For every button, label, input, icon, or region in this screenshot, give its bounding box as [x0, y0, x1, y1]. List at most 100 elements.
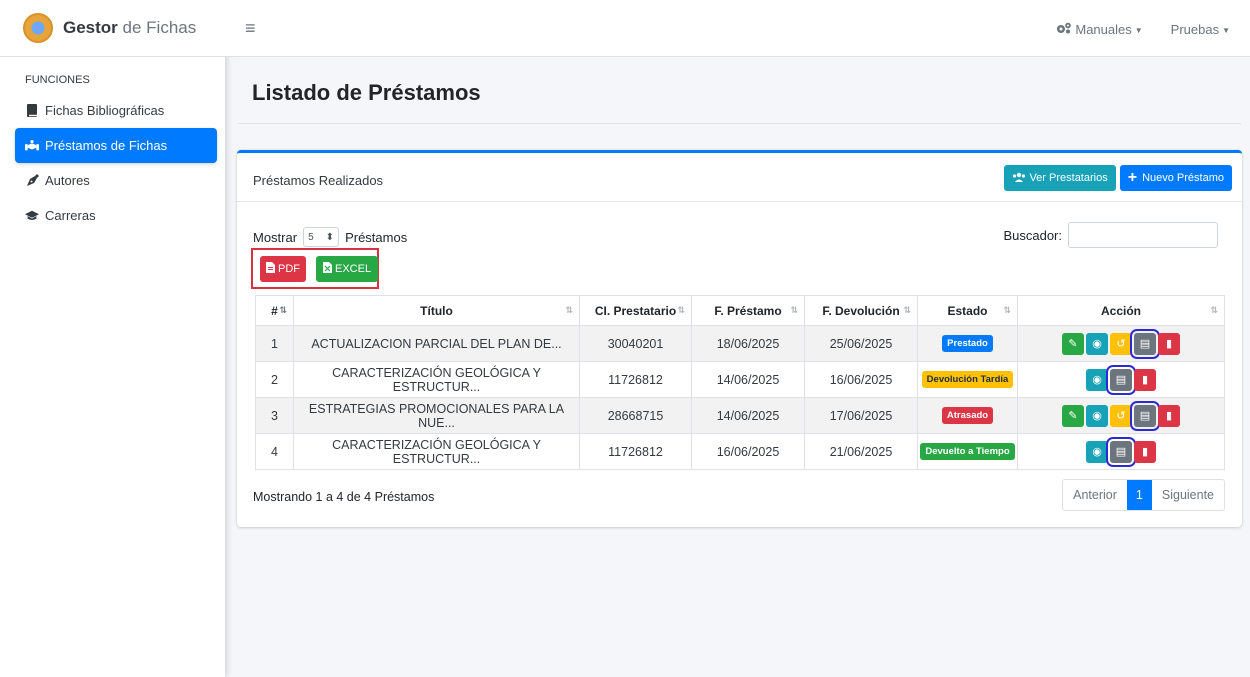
sidebar-item-autores[interactable]: Autores	[15, 163, 217, 198]
manuals-dropdown[interactable]: Manuales ▼	[1056, 22, 1143, 37]
cell-number: 3	[255, 397, 294, 434]
page-1-button[interactable]: 1	[1126, 480, 1152, 510]
edit-button[interactable]: ✎	[1062, 332, 1084, 355]
delete-button[interactable]: ▮	[1158, 332, 1180, 355]
table-row: 2 CARACTERIZACIÓN GEOLÓGICA Y ESTRUCTUR.…	[255, 361, 1225, 398]
return-button[interactable]: ↺	[1110, 332, 1132, 355]
pencil-icon: ✎	[1068, 338, 1078, 350]
file-excel-icon	[323, 261, 332, 276]
document-button[interactable]: ▤	[1106, 436, 1136, 467]
search-input[interactable]	[1068, 222, 1218, 248]
delete-button[interactable]: ▮	[1158, 404, 1180, 427]
brand-link[interactable]: Gestor de Fichas	[0, 0, 225, 57]
cell-actions: ✎ ◉ ↺ ▤ ▮	[1017, 325, 1225, 362]
sidebar-item-carreras[interactable]: Carreras	[15, 198, 217, 233]
cell-actions: ✎ ◉ ↺ ▤ ▮	[1017, 397, 1225, 434]
delete-button[interactable]: ▮	[1134, 368, 1156, 391]
card-title: Préstamos Realizados	[253, 173, 384, 188]
document-button[interactable]: ▤	[1130, 328, 1160, 359]
user-label: Pruebas	[1170, 22, 1220, 37]
next-page-button[interactable]: Siguiente	[1152, 480, 1224, 510]
cell-ci: 30040201	[579, 325, 692, 362]
document-button[interactable]: ▤	[1130, 400, 1160, 431]
nav-header: FUNCIONES	[25, 74, 90, 86]
view-borrowers-button[interactable]: Ver Prestatarios	[1004, 165, 1116, 191]
search-control: Buscador:	[1003, 222, 1218, 248]
trash-icon: ▮	[1165, 410, 1173, 422]
col-header-loan-date[interactable]: F. Préstamo ⇅	[691, 295, 805, 326]
pdf-label: PDF	[278, 262, 300, 275]
undo-icon: ↺	[1116, 410, 1126, 422]
page-length-control: Mostrar 5 ⬍ Préstamos	[253, 227, 407, 247]
col-header-title[interactable]: Título ⇅	[293, 295, 580, 326]
file-icon: ▤	[1139, 338, 1151, 350]
cell-return-date: 21/06/2025	[804, 433, 918, 470]
view-button[interactable]: ◉	[1086, 332, 1108, 355]
eye-icon: ◉	[1092, 374, 1102, 386]
document-button[interactable]: ▤	[1106, 364, 1136, 395]
pdf-export-button[interactable]: PDF	[260, 255, 306, 282]
return-button[interactable]: ↺	[1110, 404, 1132, 427]
excel-export-button[interactable]: EXCEL	[316, 255, 379, 282]
sort-icon: ⇅	[1003, 305, 1011, 315]
cell-return-date: 16/06/2025	[804, 361, 918, 398]
view-button[interactable]: ◉	[1086, 440, 1108, 463]
col-header-status[interactable]: Estado ⇅	[917, 295, 1018, 326]
trash-icon: ▮	[1141, 374, 1149, 386]
cell-number: 4	[255, 433, 294, 470]
trash-icon: ▮	[1165, 338, 1173, 350]
delete-button[interactable]: ▮	[1134, 440, 1156, 463]
gears-icon	[1056, 22, 1076, 37]
show-suffix: Préstamos	[345, 229, 408, 245]
view-button[interactable]: ◉	[1086, 368, 1108, 391]
col-header-return-date[interactable]: F. Devolución ⇅	[804, 295, 918, 326]
sidebar-item-label: Préstamos de Fichas	[45, 138, 168, 153]
caret-down-icon: ▼	[1134, 26, 1143, 36]
col-header-number[interactable]: # ⇅	[255, 295, 294, 326]
sort-icon: ⇅	[677, 305, 685, 315]
file-icon: ▤	[1139, 410, 1151, 422]
eye-icon: ◉	[1092, 338, 1102, 350]
prev-page-button[interactable]: Anterior	[1063, 480, 1127, 510]
edit-button[interactable]: ✎	[1062, 404, 1084, 427]
cell-actions: ◉ ▤ ▮	[1017, 361, 1225, 398]
top-navbar: ≡ Manuales ▼ Pruebas ▼	[225, 0, 1250, 57]
sidebar-item-label: Autores	[45, 173, 90, 188]
cell-ci: 11726812	[579, 361, 692, 398]
export-buttons: PDF EXCEL	[251, 248, 379, 289]
file-icon: ▤	[1115, 446, 1127, 458]
cell-number: 2	[255, 361, 294, 398]
trash-icon: ▮	[1141, 446, 1149, 458]
graduation-cap-icon	[25, 209, 39, 223]
plus-icon: +	[1127, 169, 1138, 186]
sidebar-item-label: Carreras	[45, 208, 96, 223]
new-loan-button[interactable]: + Nuevo Préstamo	[1119, 165, 1232, 191]
cell-title: CARACTERIZACIÓN GEOLÓGICA Y ESTRUCTUR...	[293, 433, 580, 470]
cell-loan-date: 16/06/2025	[691, 433, 805, 470]
brand-logo	[23, 13, 53, 43]
cell-title: ESTRATEGIAS PROMOCIONALES PARA LA NUE...	[293, 397, 580, 434]
page-length-select[interactable]: 5 ⬍	[303, 227, 340, 247]
book-icon	[25, 104, 39, 118]
view-button[interactable]: ◉	[1086, 404, 1108, 427]
header-buttons: Ver Prestatarios + Nuevo Préstamo	[1004, 165, 1232, 191]
loans-table: # ⇅ Título ⇅ CI. Prestatario ⇅ F. Préstamo ⇅…	[255, 295, 1225, 470]
status-badge: Prestado	[942, 335, 993, 352]
cell-actions: ◉ ▤ ▮	[1017, 433, 1225, 470]
undo-icon: ↺	[1116, 338, 1126, 350]
manuals-label: Manuales	[1075, 22, 1132, 37]
col-header-ci[interactable]: CI. Prestatario ⇅	[579, 295, 692, 326]
cell-ci: 28668715	[579, 397, 692, 434]
sort-icon: ⇅	[903, 305, 911, 315]
table-header-row: # ⇅ Título ⇅ CI. Prestatario ⇅ F. Préstamo ⇅…	[255, 295, 1225, 326]
sidebar-item-fichas[interactable]: Fichas Bibliográficas	[15, 93, 217, 128]
show-label: Mostrar	[253, 229, 298, 245]
search-label: Buscador:	[1003, 227, 1062, 243]
user-dropdown[interactable]: Pruebas ▼	[1171, 22, 1230, 37]
menu-toggle-icon[interactable]: ≡	[245, 19, 256, 37]
pagination: Anterior 1 Siguiente	[1062, 479, 1225, 511]
cell-title: ACTUALIZACION PARCIAL DEL PLAN DE...	[293, 325, 580, 362]
col-header-action[interactable]: Acción ⇅	[1017, 295, 1225, 326]
sidebar-item-prestamos[interactable]: Préstamos de Fichas	[15, 128, 217, 163]
cell-loan-date: 14/06/2025	[691, 361, 805, 398]
